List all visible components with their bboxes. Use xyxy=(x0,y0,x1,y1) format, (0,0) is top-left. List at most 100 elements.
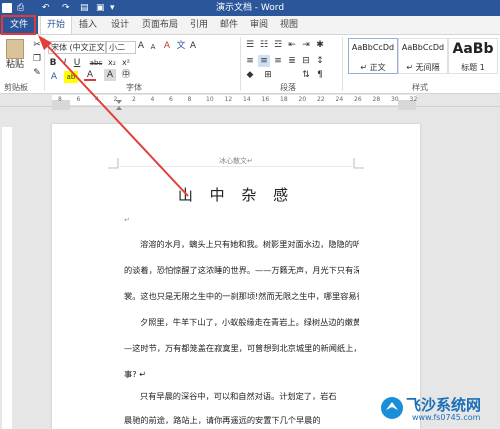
separator xyxy=(44,37,45,91)
document-title: 山 中 杂 感 xyxy=(177,186,295,204)
ruler-mark: 14 xyxy=(243,96,251,103)
font-size-select[interactable]: 小二 xyxy=(106,41,136,54)
empty-paragraph-mark: ↵ xyxy=(124,216,130,224)
text-line: 晨驰的前途，路站上，请你再遥远的安置下几个早晨的 xyxy=(124,415,321,425)
paste-icon[interactable] xyxy=(6,39,24,59)
ribbon-tabs: 文件 开始 插入 设计 页面布局 引用 邮件 审阅 视图 xyxy=(0,16,500,35)
tab-page-layout[interactable]: 页面布局 xyxy=(140,16,180,34)
style-name: 标题 1 xyxy=(461,63,485,72)
numbering-icon[interactable]: ☷ xyxy=(258,39,270,51)
font-color-button[interactable]: A xyxy=(84,69,96,81)
ruler-mark: 20 xyxy=(298,96,307,103)
vertical-ruler-body xyxy=(2,127,12,429)
show-marks-icon[interactable]: ¶ xyxy=(314,69,326,81)
window-title: 演示文档 - Word xyxy=(215,3,285,13)
text-line: 事? ↵ xyxy=(124,369,146,379)
bullets-icon[interactable]: ☰ xyxy=(244,39,256,51)
shrink-font-icon[interactable]: A xyxy=(148,41,158,53)
char-shading-icon[interactable]: A xyxy=(104,69,116,81)
ruler-mark: 22 xyxy=(317,96,325,103)
align-left-icon[interactable]: ≡ xyxy=(244,55,256,67)
underline-button[interactable]: U xyxy=(72,57,82,69)
ruler-mark: 24 xyxy=(335,96,344,103)
watermark-logo-icon xyxy=(381,397,403,419)
justify-icon[interactable]: ≣ xyxy=(286,55,298,67)
site-watermark: 飞沙系统网 www.fs0745.com xyxy=(380,390,500,429)
separator xyxy=(342,37,343,91)
separator xyxy=(240,37,241,91)
text-line: 的谈着，恐怕惊醒了这浓睡的世界。——万籁无声，月光下只有深碧的池水，玲珑雪白的衣 xyxy=(124,265,359,275)
tab-home[interactable]: 开始 xyxy=(40,16,72,34)
phonetic-guide-icon[interactable]: 文 xyxy=(176,40,186,52)
font-group-label: 字体 xyxy=(126,83,142,92)
align-center-icon[interactable]: ≡ xyxy=(258,55,270,67)
grow-font-icon[interactable]: A xyxy=(136,40,146,52)
paste-button[interactable]: 粘贴 xyxy=(6,59,24,71)
enclose-char-icon[interactable]: ㊥ xyxy=(120,69,132,81)
style-name: ↵ 正文 xyxy=(360,63,386,72)
style-no-spacing[interactable]: AaBbCcDd ↵ 无间隔 xyxy=(398,38,448,74)
ruler-mark: 30 xyxy=(391,96,399,103)
document-page[interactable]: 冰心散文↵ 山 中 杂 感 ↵ 溶溶的水月，螭头上只有她和我。树影里对面水边，隐… xyxy=(52,124,420,429)
line-spacing-icon[interactable]: ↕ xyxy=(314,55,326,67)
ruler-mark: 8 xyxy=(187,96,192,103)
ruler-mark: 26 xyxy=(354,96,362,103)
sort-icon[interactable]: ⇅ xyxy=(300,69,312,81)
align-right-icon[interactable]: ≡ xyxy=(272,55,284,67)
tab-insert[interactable]: 插入 xyxy=(74,16,102,34)
ruler-mark: 2 xyxy=(113,96,118,103)
font-family-select[interactable]: 宋体 (中文正文) xyxy=(48,41,106,54)
styles-group-label: 样式 xyxy=(412,83,428,92)
horizontal-ruler[interactable]: 8 6 4 2 2 4 6 8 10 12 14 16 18 20 22 24 26 28 30 32 xyxy=(0,94,500,110)
style-heading-1[interactable]: AaBb 标题 1 xyxy=(448,38,498,74)
tab-view[interactable]: 视图 xyxy=(276,16,302,34)
text-line: 裳。这也只是无限之生中的一刹那顷!然而无限之生中，哪里容易得这样的一刹那顷! ↵ xyxy=(124,291,359,301)
borders-icon[interactable]: ⊞ xyxy=(262,69,274,81)
clipboard-group-label: 剪贴板 xyxy=(4,83,28,92)
copy-icon[interactable]: ❐ xyxy=(32,53,42,65)
ruler-mark: 10 xyxy=(206,96,214,103)
decrease-indent-icon[interactable]: ⇤ xyxy=(286,39,298,51)
tab-mailings[interactable]: 邮件 xyxy=(216,16,242,34)
ribbon: 粘贴 ✂ ❐ ✎ 剪贴板 宋体 (中文正文) 小二 A A A 文 A B I … xyxy=(0,35,500,94)
style-name: ↵ 无间隔 xyxy=(406,63,440,72)
title-bar: ⎙ ↶ ↷ ▤ ▣ ▾ 演示文档 - Word xyxy=(0,0,500,16)
chinese-layout-icon[interactable]: ✱ xyxy=(314,39,326,51)
text-line: 只有早晨的深谷中，可以和自然对语。计划定了，岩石 xyxy=(140,391,337,401)
style-preview: AaBb xyxy=(452,41,494,57)
ruler-mark: 2 xyxy=(132,96,136,103)
tab-references[interactable]: 引用 xyxy=(186,16,212,34)
header-rule xyxy=(118,166,354,167)
text-effects-icon[interactable]: A xyxy=(48,71,60,83)
clear-format-icon[interactable]: A xyxy=(162,40,172,52)
tab-design[interactable]: 设计 xyxy=(106,16,134,34)
strikethrough-button[interactable]: abc xyxy=(88,57,104,69)
multilevel-list-icon[interactable]: ☲ xyxy=(272,39,284,51)
ruler-mark: 18 xyxy=(280,96,288,103)
bold-button[interactable]: B xyxy=(48,57,58,69)
char-border-icon[interactable]: A xyxy=(188,40,198,52)
ruler-mark: 6 xyxy=(76,96,81,103)
ruler-mark: 8 xyxy=(58,96,62,103)
ruler-mark: 6 xyxy=(169,96,173,103)
cut-icon[interactable]: ✂ xyxy=(32,39,42,51)
ruler-mark: 4 xyxy=(150,96,155,103)
watermark-brand: 飞沙系统网 xyxy=(406,396,482,414)
text-line: 溶溶的水月，螭头上只有她和我。树影里对面水边，隐隐的听见水声和笑语。我们微微 xyxy=(140,239,359,249)
format-painter-icon[interactable]: ✎ xyxy=(32,67,42,79)
style-preview: AaBbCcDd xyxy=(401,43,445,52)
superscript-button[interactable]: x² xyxy=(120,57,132,69)
highlight-button[interactable]: ab xyxy=(64,71,78,83)
subscript-button[interactable]: x₂ xyxy=(106,57,118,69)
distribute-icon[interactable]: ⊟ xyxy=(300,55,312,67)
tab-review[interactable]: 审阅 xyxy=(246,16,272,34)
vertical-ruler[interactable] xyxy=(0,107,14,429)
file-tab-highlight xyxy=(1,15,36,35)
italic-button[interactable]: I xyxy=(60,57,70,69)
watermark-url: www.fs0745.com xyxy=(412,413,481,422)
shading-icon[interactable]: ◆ xyxy=(244,69,256,81)
text-line: —这时节，万有都笼盖在寂寞里，可曾想到北京城里的新闻纸上，花花绿绿的都载的是什么 xyxy=(124,343,359,353)
increase-indent-icon[interactable]: ⇥ xyxy=(300,39,312,51)
style-normal[interactable]: AaBbCcDd ↵ 正文 xyxy=(348,38,398,74)
page-header: 冰心散文↵ xyxy=(219,157,253,165)
